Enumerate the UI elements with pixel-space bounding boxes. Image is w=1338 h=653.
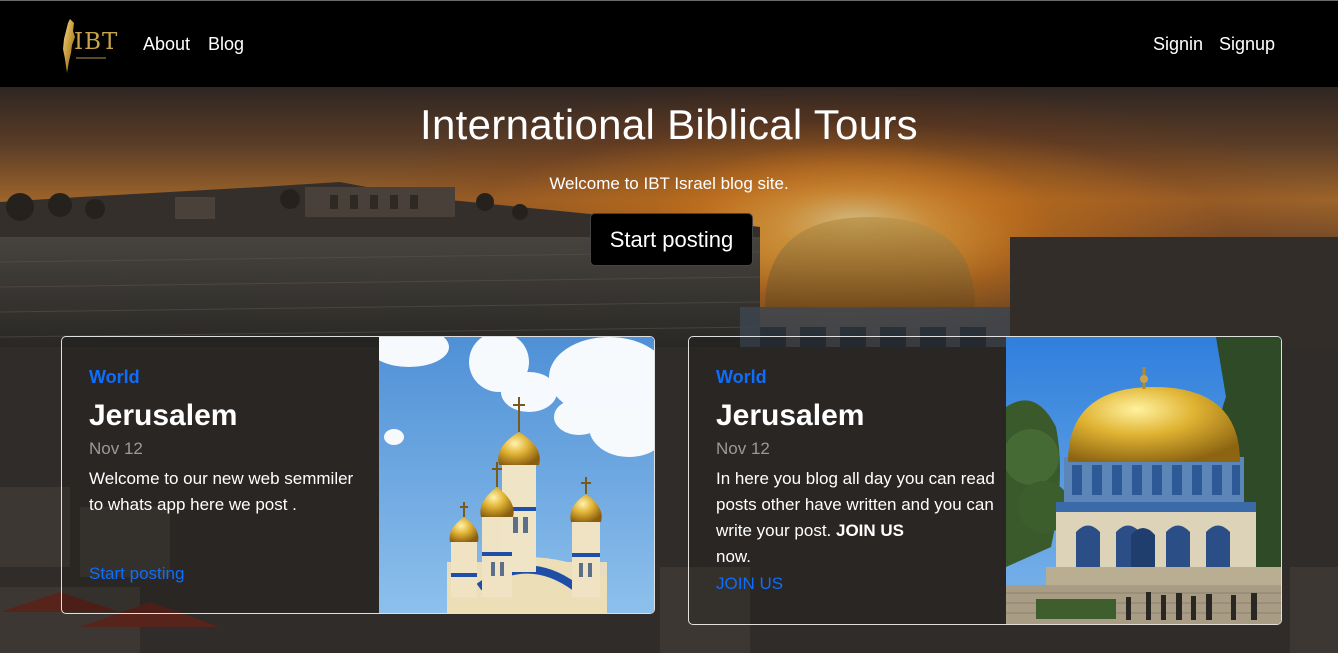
brand-text: IBT: [74, 29, 119, 55]
nav-link-signin[interactable]: Signin: [1153, 34, 1203, 55]
post-category: World: [89, 367, 140, 387]
post-excerpt-bold: JOIN US: [836, 521, 905, 540]
dome-of-the-rock-image: [1006, 337, 1281, 624]
post-image-church: [379, 337, 654, 613]
post-excerpt: In here you blog all day you can read po…: [716, 466, 996, 570]
post-excerpt-tail: now.: [716, 547, 751, 566]
post-card: World Jerusalem Nov 12 Welcome to our ne…: [61, 336, 655, 614]
nav-link-blog[interactable]: Blog: [208, 34, 244, 55]
brand-logo[interactable]: IBT: [60, 17, 118, 73]
nav-link-signup[interactable]: Signup: [1219, 34, 1275, 55]
post-date: Nov 12: [716, 439, 770, 458]
post-category: World: [716, 367, 767, 387]
hero-subtitle: Welcome to IBT Israel blog site.: [549, 174, 789, 193]
navbar: IBT About Blog Signin Signup: [0, 0, 1338, 87]
church-golden-domes-image: [379, 337, 654, 613]
post-image-dome: [1006, 337, 1281, 624]
brand-underline: [76, 57, 106, 59]
post-date: Nov 12: [89, 439, 143, 458]
start-posting-link[interactable]: Start posting: [89, 564, 184, 584]
post-title: Jerusalem: [716, 399, 865, 432]
hero-title: International Biblical Tours: [420, 101, 918, 148]
start-posting-button[interactable]: Start posting: [590, 213, 753, 266]
post-title: Jerusalem: [89, 399, 238, 432]
nav-link-about[interactable]: About: [143, 34, 190, 55]
join-us-link[interactable]: JOIN US: [716, 574, 783, 594]
post-card: World Jerusalem Nov 12 In here you blog …: [688, 336, 1282, 625]
post-excerpt: Welcome to our new web semmiler to whats…: [89, 469, 354, 514]
